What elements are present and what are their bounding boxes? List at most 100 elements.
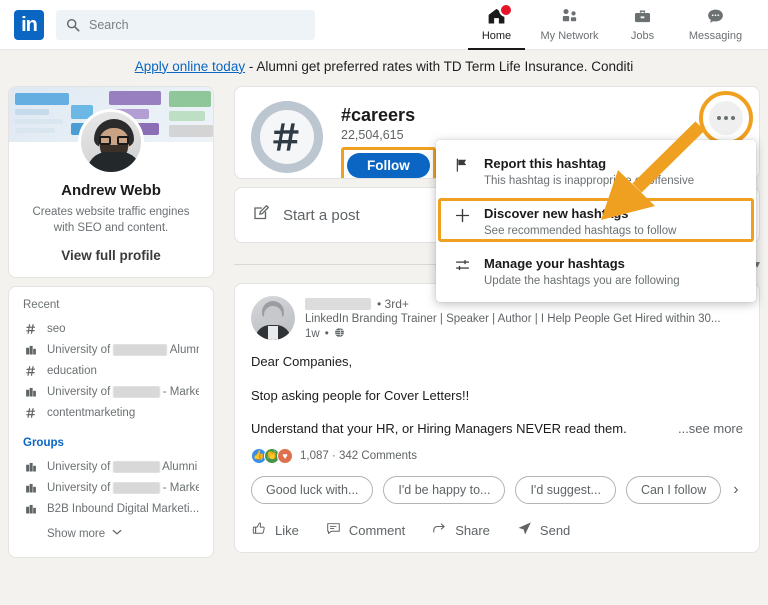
share-arrow-icon — [431, 520, 448, 542]
sidebar-group-university-alumni[interactable]: University of XXXXXX Alumni ... — [23, 456, 199, 477]
show-more-button[interactable]: Show more — [23, 525, 199, 543]
home-icon — [486, 5, 507, 28]
flag-icon — [450, 155, 474, 187]
send-label: Send — [540, 523, 570, 538]
linkedin-logo-icon[interactable]: in — [14, 10, 44, 40]
sidebar-group-b2b-inbound[interactable]: B2B Inbound Digital Marketi... — [23, 498, 199, 519]
post-body-line-3: Understand that your HR, or Hiring Manag… — [251, 420, 627, 438]
nav-items: Home My Network Jobs — [460, 0, 752, 50]
post-header: • 3rd+ LinkedIn Branding Trainer | Speak… — [251, 296, 743, 341]
feed-post-card: • 3rd+ LinkedIn Branding Trainer | Speak… — [234, 283, 760, 553]
nav-label-home: Home — [482, 31, 511, 42]
sidebar-item-university-alumni-recent[interactable]: University of XXXXXXX Alumni ... — [23, 339, 199, 360]
quick-reply-chip[interactable]: I'd be happy to... — [383, 476, 505, 504]
post-author-headline: LinkedIn Branding Trainer | Speaker | Au… — [305, 313, 743, 325]
post-author-avatar[interactable] — [251, 296, 295, 340]
search-input[interactable] — [89, 18, 305, 32]
chips-next-arrow-icon[interactable]: › — [733, 481, 738, 499]
nav-item-home[interactable]: Home — [460, 0, 533, 50]
post-reactions[interactable]: 👍 👏 ♥ 1,087 · 342 Comments — [251, 448, 743, 464]
groups-heading: Groups — [23, 437, 199, 449]
search-box[interactable] — [56, 10, 315, 40]
hashtag-follower-count: 22,504,615 — [341, 128, 436, 142]
promo-banner: Apply online today - Alumni get preferre… — [0, 52, 768, 80]
sidebar-links-card: Recent seo University of XXXXXXX Alumni … — [8, 286, 214, 558]
avatar-photo — [81, 112, 141, 172]
quick-reply-chips: Good luck with... I'd be happy to... I'd… — [251, 476, 743, 504]
thumbs-up-icon — [251, 520, 268, 542]
quick-reply-chip[interactable]: Good luck with... — [251, 476, 373, 504]
sidebar-item-label: University of XXXXXX - Marke... — [47, 386, 199, 398]
reaction-separator: · — [329, 450, 339, 462]
menu-item-report-hashtag[interactable]: Report this hashtag This hashtag is inap… — [436, 146, 756, 196]
group-icon — [23, 503, 39, 515]
reaction-counts: 1,087 · 342 Comments — [300, 450, 417, 462]
like-label: Like — [275, 523, 299, 538]
menu-item-subtitle: This hashtag is inappropriate or offensi… — [484, 175, 694, 187]
menu-item-text: Manage your hashtags Update the hashtags… — [484, 255, 680, 287]
hashtag-title: #careers — [341, 105, 436, 126]
nav-item-messaging[interactable]: Messaging — [679, 0, 752, 50]
post-author-meta: • 3rd+ LinkedIn Branding Trainer | Speak… — [305, 296, 743, 341]
sidebar-item-university-marketing-recent[interactable]: University of XXXXXX - Marke... — [23, 381, 199, 402]
start-post-label: Start a post — [283, 207, 360, 224]
sidebar-item-education[interactable]: education — [23, 360, 199, 381]
sidebar-item-label: B2B Inbound Digital Marketi... — [47, 503, 199, 515]
quick-reply-chip[interactable]: Can I follow — [626, 476, 721, 504]
group-icon — [23, 482, 39, 494]
comment-button[interactable]: Comment — [325, 520, 405, 542]
show-more-label: Show more — [47, 528, 105, 540]
hashtag-overflow-menu-button[interactable] — [709, 101, 743, 135]
sidebar-group-university-marketing[interactable]: University of XXXXXX - Marke... — [23, 477, 199, 498]
post-body-last-row: Understand that your HR, or Hiring Manag… — [251, 420, 743, 438]
redacted-text: XXXXXXX — [113, 344, 167, 356]
sidebar-item-label: education — [47, 365, 97, 377]
menu-item-subtitle: See recommended hashtags to follow — [484, 225, 676, 237]
globe-icon — [334, 327, 345, 341]
sidebar-item-contentmarketing[interactable]: contentmarketing — [23, 402, 199, 423]
sidebar-item-seo[interactable]: seo — [23, 318, 199, 339]
profile-name: Andrew Webb — [9, 182, 213, 199]
edit-pencil-icon — [251, 203, 271, 228]
post-body-line-1: Dear Companies, — [251, 353, 743, 371]
search-icon — [66, 18, 80, 32]
time-separator: • — [325, 328, 329, 340]
nav-label-messaging: Messaging — [689, 31, 742, 42]
see-more-link[interactable]: ...see more — [678, 421, 743, 436]
sidebar-item-label: University of XXXXXXX Alumni ... — [47, 344, 199, 356]
group-icon — [23, 344, 39, 356]
promo-banner-link[interactable]: Apply online today — [135, 59, 245, 74]
nav-item-jobs[interactable]: Jobs — [606, 0, 679, 50]
quick-reply-chip[interactable]: I'd suggest... — [515, 476, 615, 504]
menu-item-subtitle: Update the hashtags you are following — [484, 275, 680, 287]
send-button[interactable]: Send — [516, 520, 570, 542]
sidebar-item-label: University of XXXXXX Alumni ... — [47, 461, 199, 473]
post-timestamp: 1w — [305, 328, 320, 340]
post-timestamp-row: 1w • — [305, 327, 743, 341]
view-full-profile-link[interactable]: View full profile — [9, 248, 213, 263]
nav-item-my-network[interactable]: My Network — [533, 0, 606, 50]
redacted-text: XXXXXX — [113, 482, 159, 494]
promo-banner-text: Apply online today - Alumni get preferre… — [135, 59, 634, 74]
sidebar-item-label: seo — [47, 323, 66, 335]
plus-icon — [450, 205, 474, 237]
messaging-icon — [705, 5, 726, 28]
comment-bubble-icon — [325, 520, 342, 542]
notification-badge — [499, 3, 513, 17]
comment-label: Comment — [349, 523, 405, 538]
menu-item-title: Report this hashtag — [484, 156, 606, 171]
menu-item-discover-hashtags[interactable]: Discover new hashtags See recommended ha… — [436, 196, 756, 246]
post-author-name-redacted — [305, 298, 371, 310]
like-button[interactable]: Like — [251, 520, 299, 542]
share-button[interactable]: Share — [431, 520, 490, 542]
avatar[interactable] — [78, 109, 144, 175]
promo-banner-rest: - Alumni get preferred rates with TD Ter… — [245, 59, 633, 74]
hashtag-icon — [23, 407, 39, 419]
hashtag-icon — [23, 323, 39, 335]
follow-button[interactable]: Follow — [347, 153, 430, 178]
menu-item-manage-hashtags[interactable]: Manage your hashtags Update the hashtags… — [436, 246, 756, 296]
sidebar-item-label: University of XXXXXX - Marke... — [47, 482, 199, 494]
chevron-down-icon — [111, 525, 123, 543]
reactions-count: 1,087 — [300, 450, 329, 462]
top-navigation-bar: in Home My Network — [0, 0, 768, 50]
